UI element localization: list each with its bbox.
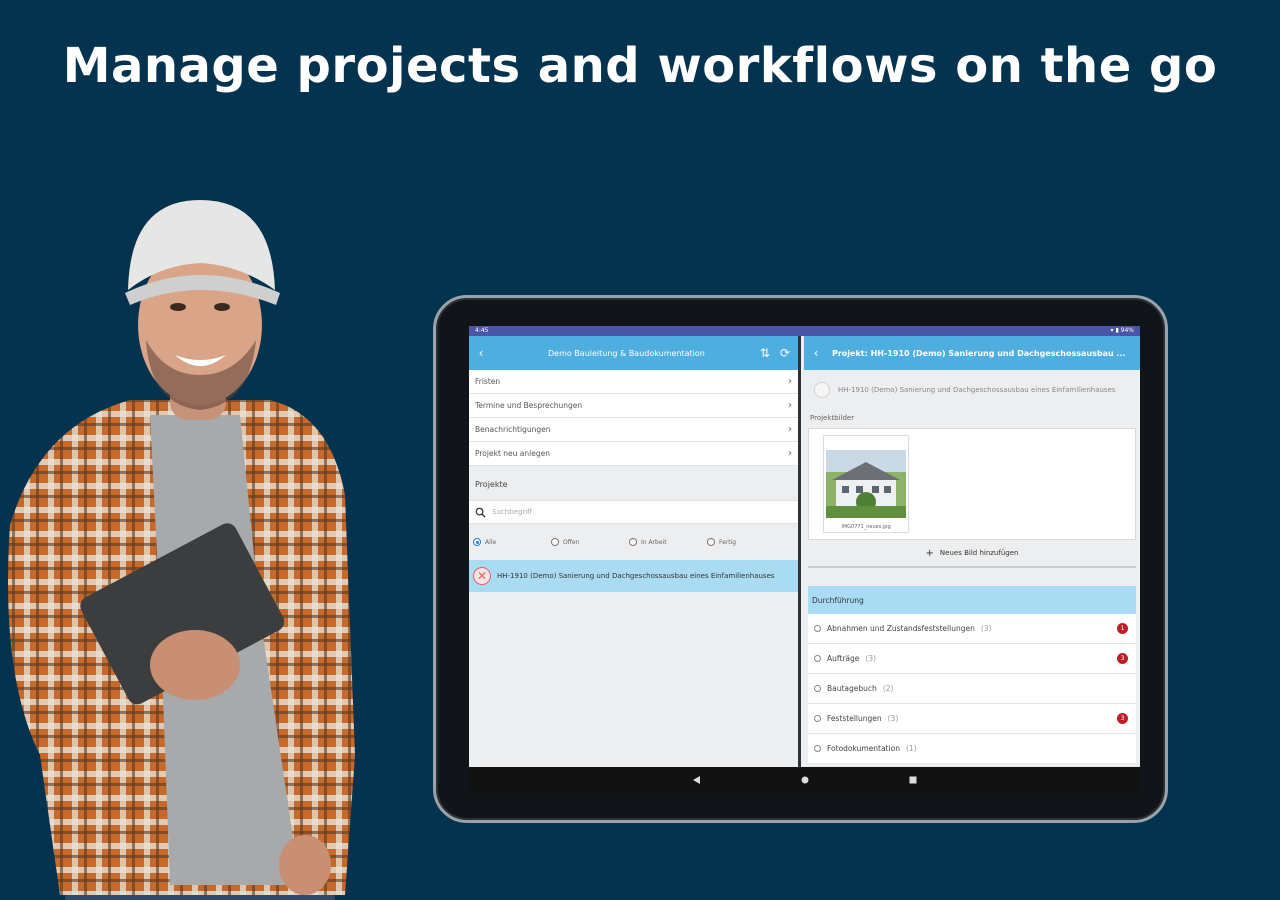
house-photo (826, 450, 906, 518)
notification-badge: 1 (1117, 623, 1128, 634)
project-status-x-icon: ✕ (473, 567, 491, 585)
filter-label: In Arbeit (641, 538, 667, 546)
project-images-label: Projektbilder (810, 414, 855, 422)
radio-icon (707, 538, 715, 546)
right-app-bar: ‹ Projekt: HH-1910 (Demo) Sanierung und … (804, 336, 1140, 370)
radio-icon (551, 538, 559, 546)
menu-item-label: Fristen (475, 377, 501, 386)
list-item-label: Bautagebuch (827, 684, 877, 693)
radio-icon (629, 538, 637, 546)
tablet-device: 4:45 ▾ ▮ 94% ‹ Demo Bauleitung & Baudoku… (433, 295, 1168, 823)
headline: Manage projects and workflows on the go (62, 38, 1218, 94)
menu-item-benachrichtigungen[interactable]: Benachrichtigungen › (469, 418, 798, 442)
menu-item-termine[interactable]: Termine und Besprechungen › (469, 394, 798, 418)
android-nav-bar (469, 767, 1140, 793)
search-icon (475, 507, 486, 518)
project-item-label: HH-1910 (Demo) Sanierung und Dachgeschos… (497, 572, 775, 580)
project-detail-pane: ‹ Projekt: HH-1910 (Demo) Sanierung und … (804, 336, 1140, 767)
nav-back-icon[interactable] (692, 775, 702, 785)
filter-in-progress[interactable]: In Arbeit (629, 538, 707, 546)
status-filter-group: Alle Offen In Arbeit Fertig (469, 528, 798, 556)
left-app-title: Demo Bauleitung & Baudokumentation (548, 348, 705, 358)
project-status-icon (814, 382, 830, 398)
group-header: Durchführung (808, 586, 1136, 614)
left-app-bar: ‹ Demo Bauleitung & Baudokumentation ⇅ ⟳ (469, 336, 798, 370)
list-item[interactable]: Feststellungen (3) 3 (808, 704, 1136, 734)
nav-home-icon[interactable] (800, 775, 810, 785)
status-time: 4:45 (475, 327, 489, 334)
menu-item-label: Benachrichtigungen (475, 425, 551, 434)
filter-label: Alle (485, 538, 497, 546)
right-app-title: Projekt: HH-1910 (Demo) Sanierung und Da… (832, 348, 1126, 358)
status-bar: 4:45 ▾ ▮ 94% (469, 326, 1140, 336)
radio-selected-icon (473, 538, 481, 546)
bullet-icon (814, 655, 821, 662)
image-caption: IMG0771_neues.jpg (841, 524, 891, 530)
sort-icon[interactable]: ⇅ (760, 346, 770, 360)
filter-done[interactable]: Fertig (707, 538, 785, 546)
notification-badge: 3 (1117, 713, 1128, 724)
project-images-box: IMG0771_neues.jpg (808, 428, 1136, 540)
filter-label: Fertig (719, 538, 737, 546)
tablet-screen: 4:45 ▾ ▮ 94% ‹ Demo Bauleitung & Baudoku… (469, 326, 1140, 793)
chevron-right-icon: › (788, 400, 792, 411)
list-item-label: Aufträge (827, 654, 860, 663)
nav-recents-icon[interactable] (908, 775, 918, 785)
project-name: HH-1910 (Demo) Sanierung und Dachgeschos… (838, 386, 1116, 394)
bullet-icon (814, 745, 821, 752)
chevron-right-icon: › (788, 448, 792, 459)
status-icons: ▾ ▮ 94% (1110, 327, 1134, 334)
list-item-count: (3) (980, 624, 992, 633)
search-input[interactable]: Suchbegriff (469, 500, 798, 524)
back-arrow-icon[interactable]: ‹ (804, 346, 828, 360)
menu-item-label: Projekt neu anlegen (475, 449, 550, 458)
list-item[interactable]: Bautagebuch (2) (808, 674, 1136, 704)
plus-icon: + (925, 547, 934, 559)
filter-label: Offen (563, 538, 580, 546)
list-item-label: Feststellungen (827, 714, 882, 723)
construction-worker-illustration (8, 200, 355, 900)
projects-header: Projekte (475, 480, 508, 489)
add-image-label: Neues Bild hinzufügen (939, 549, 1019, 557)
add-image-button[interactable]: + Neues Bild hinzufügen (808, 540, 1136, 568)
back-arrow-icon[interactable]: ‹ (469, 346, 493, 360)
bullet-icon (814, 715, 821, 722)
list-item-label: Abnahmen und Zustandsfeststellungen (827, 624, 975, 633)
list-item-count: (1) (905, 744, 917, 753)
project-list-pane: ‹ Demo Bauleitung & Baudokumentation ⇅ ⟳… (469, 336, 801, 767)
project-header: HH-1910 (Demo) Sanierung und Dachgeschos… (804, 370, 1140, 410)
list-item[interactable]: Abnahmen und Zustandsfeststellungen (3) … (808, 614, 1136, 644)
menu-item-label: Termine und Besprechungen (475, 401, 583, 410)
project-image-thumbnail[interactable]: IMG0771_neues.jpg (823, 435, 909, 533)
list-item[interactable]: Fotodokumentation (1) (808, 734, 1136, 764)
list-item[interactable]: Aufträge (3) 3 (808, 644, 1136, 674)
notification-badge: 3 (1117, 653, 1128, 664)
list-item-label: Fotodokumentation (827, 744, 900, 753)
bullet-icon (814, 685, 821, 692)
filter-open[interactable]: Offen (551, 538, 629, 546)
sync-icon[interactable]: ⟳ (780, 346, 790, 360)
menu-item-projekt-anlegen[interactable]: Projekt neu anlegen › (469, 442, 798, 466)
chevron-right-icon: › (788, 376, 792, 387)
project-list-item[interactable]: ✕ HH-1910 (Demo) Sanierung und Dachgesch… (469, 560, 798, 592)
list-item-count: (3) (887, 714, 899, 723)
search-placeholder: Suchbegriff (492, 508, 533, 516)
menu-item-fristen[interactable]: Fristen › (469, 370, 798, 394)
bullet-icon (814, 625, 821, 632)
list-item-count: (2) (882, 684, 894, 693)
chevron-right-icon: › (788, 424, 792, 435)
filter-all[interactable]: Alle (473, 538, 551, 546)
list-item-count: (3) (865, 654, 877, 663)
